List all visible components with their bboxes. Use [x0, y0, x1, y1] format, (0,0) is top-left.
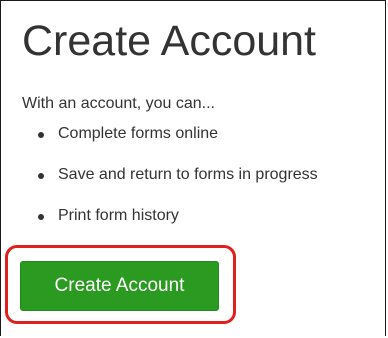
- bullet-icon: [38, 214, 44, 220]
- bullet-icon: [38, 173, 44, 179]
- feature-label: Complete forms online: [58, 125, 219, 142]
- features-list: Complete forms online Save and return to…: [38, 123, 318, 246]
- page-title: Create Account: [22, 17, 317, 65]
- bullet-icon: [38, 132, 44, 138]
- feature-item: Complete forms online: [38, 123, 318, 164]
- feature-label: Save and return to forms in progress: [58, 166, 318, 183]
- intro-text: With an account, you can...: [22, 95, 215, 112]
- feature-label: Print form history: [58, 207, 179, 224]
- feature-item: Print form history: [38, 205, 318, 246]
- create-account-button[interactable]: Create Account: [20, 261, 219, 311]
- feature-item: Save and return to forms in progress: [38, 164, 318, 205]
